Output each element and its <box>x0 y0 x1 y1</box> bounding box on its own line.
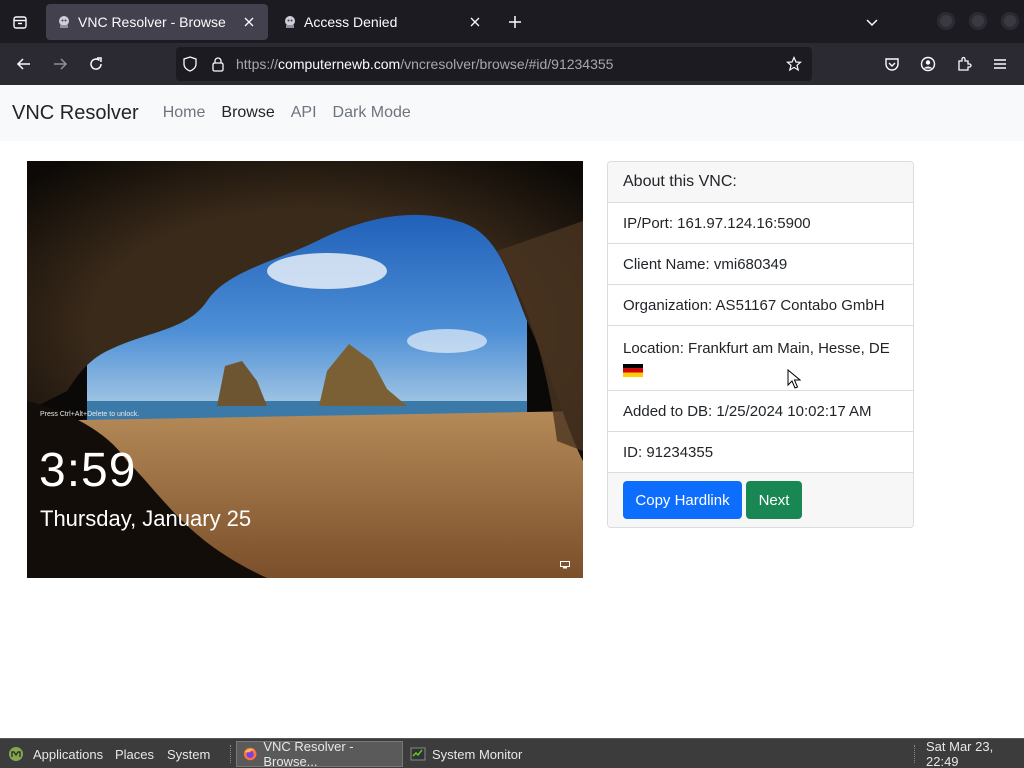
mate-logo-icon[interactable] <box>8 739 24 768</box>
tab-list-icon[interactable] <box>8 10 32 34</box>
taskbar-separator <box>914 745 916 763</box>
browser-toolbar: https://computernewb.com/vncresolver/bro… <box>0 43 1024 85</box>
url-text[interactable]: https://computernewb.com/vncresolver/bro… <box>236 56 780 72</box>
address-bar[interactable]: https://computernewb.com/vncresolver/bro… <box>176 47 812 81</box>
site-navbar: VNC Resolver Home Browse API Dark Mode <box>0 85 1024 141</box>
close-tab-icon[interactable] <box>240 13 258 31</box>
system-menu[interactable]: System <box>167 739 210 768</box>
task-label: System Monitor <box>432 746 523 762</box>
mouse-cursor-icon <box>787 369 801 389</box>
added-date-row: Added to DB: 1/25/2024 10:02:17 AM <box>608 391 913 432</box>
chevron-down-icon[interactable] <box>860 10 884 34</box>
taskbar-task-system-monitor[interactable]: System Monitor <box>404 741 572 767</box>
lock-screen-hint: Press Ctrl+Alt+Delete to unlock. <box>40 411 140 418</box>
client-name-row: Client Name: vmi680349 <box>608 244 913 285</box>
next-button[interactable]: Next <box>746 481 802 519</box>
network-icon <box>560 561 570 569</box>
back-arrow-icon[interactable] <box>12 52 36 76</box>
germany-flag-icon <box>623 364 643 377</box>
nav-link-home[interactable]: Home <box>163 104 206 122</box>
account-icon[interactable] <box>916 52 940 76</box>
url-path: /vncresolver/browse/#id/91234355 <box>400 56 614 72</box>
copy-hardlink-button[interactable]: Copy Hardlink <box>623 481 742 519</box>
site-favicon-icon <box>56 14 72 30</box>
new-tab-icon[interactable] <box>503 10 527 34</box>
taskbar-separator <box>230 745 232 763</box>
site-favicon-icon <box>282 14 298 30</box>
reload-icon[interactable] <box>84 52 108 76</box>
url-host: computernewb.com <box>278 56 401 72</box>
firefox-icon <box>243 747 257 761</box>
lock-screen-time: 3:59 <box>39 444 137 497</box>
location-text: Location: Frankfurt am Main, Hesse, DE <box>623 340 890 357</box>
nav-link-browse[interactable]: Browse <box>221 104 274 122</box>
extensions-icon[interactable] <box>952 52 976 76</box>
places-menu[interactable]: Places <box>115 739 154 768</box>
nav-link-dark-mode[interactable]: Dark Mode <box>333 104 411 122</box>
card-footer: Copy Hardlink Next <box>608 473 913 527</box>
hamburger-menu-icon[interactable] <box>988 52 1012 76</box>
forward-arrow-icon[interactable] <box>48 52 72 76</box>
vnc-screenshot: Press Ctrl+Alt+Delete to unlock. 3:59 Th… <box>27 161 583 578</box>
shield-icon[interactable] <box>176 47 204 81</box>
close-tab-icon[interactable] <box>466 13 484 31</box>
applications-menu[interactable]: Applications <box>33 739 103 768</box>
tab-vnc-resolver[interactable]: VNC Resolver - Browse <box>46 4 268 40</box>
close-window-button[interactable] <box>1001 12 1019 30</box>
bookmark-star-icon[interactable] <box>780 47 808 81</box>
organization-row: Organization: AS51167 Contabo GmbH <box>608 285 913 326</box>
tab-access-denied[interactable]: Access Denied <box>272 4 494 40</box>
task-label: VNC Resolver - Browse... <box>263 739 354 768</box>
lock-screen-date: Thursday, January 25 <box>40 506 252 531</box>
site-brand[interactable]: VNC Resolver <box>12 102 139 125</box>
url-scheme: https:// <box>236 56 279 72</box>
taskbar-clock[interactable]: Sat Mar 23, 22:49 <box>926 739 1024 768</box>
lock-icon[interactable] <box>204 47 232 81</box>
pocket-icon[interactable] <box>880 52 904 76</box>
nav-link-api[interactable]: API <box>291 104 317 122</box>
taskbar-task-browser[interactable]: VNC Resolver - Browse... <box>236 739 403 768</box>
location-row: Location: Frankfurt am Main, Hesse, DE <box>608 326 913 391</box>
tab-title: Access Denied <box>304 14 398 30</box>
system-monitor-icon <box>410 747 426 761</box>
ip-port-row: IP/Port: 161.97.124.16:5900 <box>608 203 913 244</box>
browser-tab-strip: VNC Resolver - Browse Access Denied <box>0 0 1024 43</box>
tab-title: VNC Resolver - Browse <box>78 14 226 30</box>
desktop-taskbar: Applications Places System VNC Resolver … <box>0 738 1024 768</box>
minimize-window-button[interactable] <box>937 12 955 30</box>
id-row: ID: 91234355 <box>608 432 913 473</box>
maximize-window-button[interactable] <box>969 12 987 30</box>
vnc-info-card: About this VNC: IP/Port: 161.97.124.16:5… <box>607 161 914 528</box>
card-header: About this VNC: <box>608 162 913 203</box>
